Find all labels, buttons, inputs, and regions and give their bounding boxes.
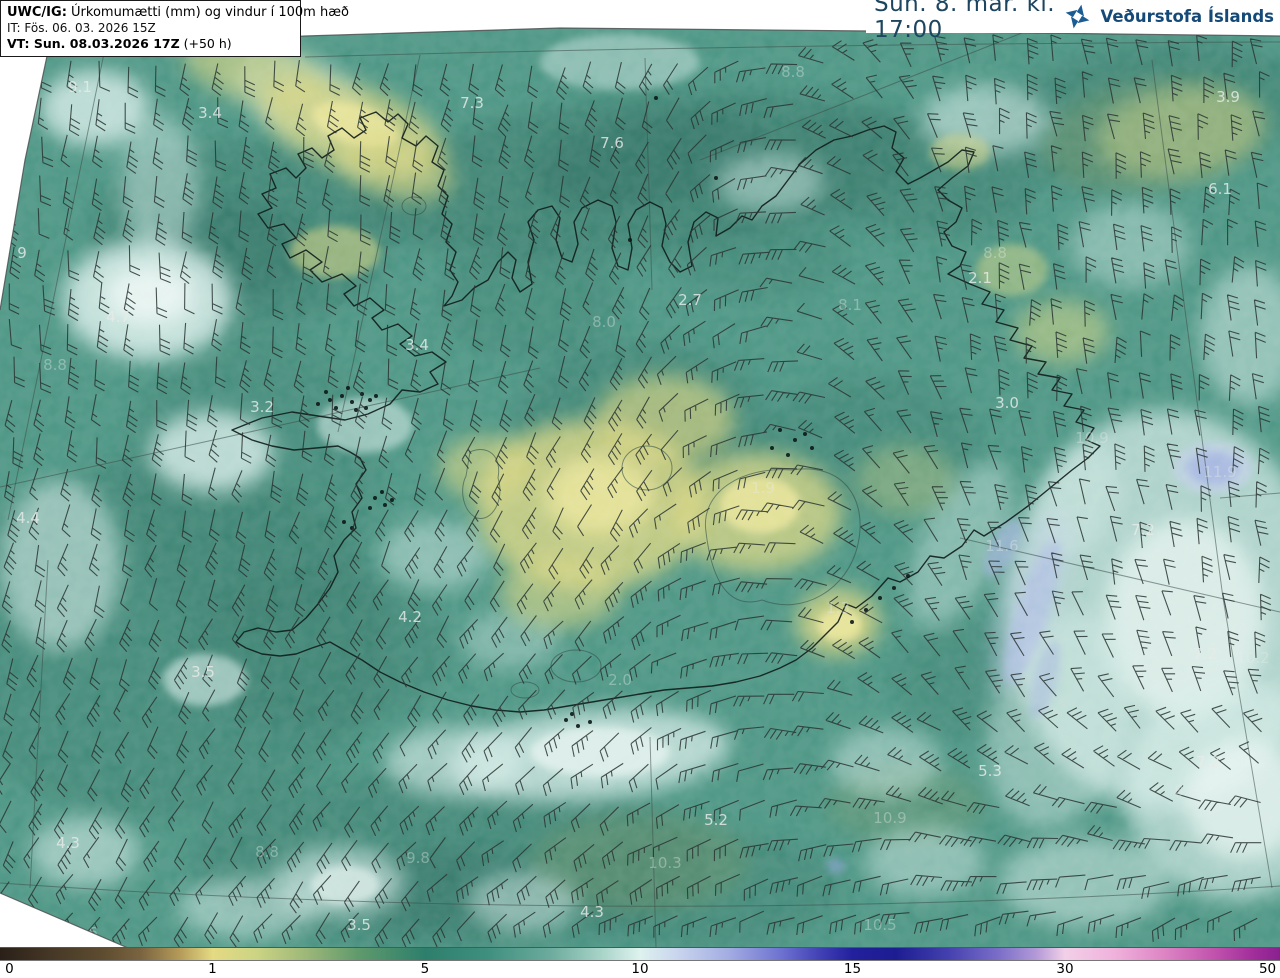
precip-value-label: 4.3 [56, 834, 80, 852]
texture-noise-layer [0, 0, 1280, 948]
precip-value-label: 7.2 [1193, 645, 1217, 663]
precip-value-label: 9.1 [68, 78, 92, 96]
colorbar-tick-label: 50 [1258, 961, 1277, 977]
precip-value-label: 7.6 [600, 134, 624, 152]
org-name-label: Veðurstofa Íslands [1100, 7, 1274, 26]
precip-value-label: 9 [17, 244, 27, 262]
precip-value-label: 3.2 [250, 398, 274, 416]
precip-value-label: 4.7 [106, 308, 130, 326]
colorbar-gradient [0, 947, 1280, 961]
precip-value-label: 3.5 [191, 663, 215, 681]
precip-value-label: 8.8 [781, 63, 805, 81]
precip-value-label: 3.5 [347, 916, 371, 934]
precip-value-label: 7.2 [1196, 753, 1220, 771]
precip-value-label: 8.8 [43, 356, 67, 374]
colorbar-tick-label: 1 [208, 961, 217, 977]
precip-value-label: 1.9 [751, 479, 775, 497]
precip-value-label: 9.8 [406, 849, 430, 867]
colorbar-tick-label: 10 [631, 961, 649, 977]
product-code: UWC/IG: [7, 5, 67, 20]
colorbar-tick-label: 15 [843, 961, 862, 977]
precip-value-label: 6.1 [1208, 180, 1232, 198]
colorbar-tick-label: 30 [1056, 961, 1074, 977]
colorbar-tick-label: 5 [420, 961, 430, 977]
precipitation-colorbar: 0 1 5 10 15 30 50 [0, 947, 1280, 978]
precip-value-label: 10.9 [873, 809, 906, 827]
precip-value-label: 7.3 [460, 94, 484, 112]
precip-value-label: 3.9 [1216, 88, 1240, 106]
precip-value-label: 11.6 [985, 537, 1018, 555]
precip-value-label: 7.2 [1131, 521, 1155, 539]
precip-value-label: 8.8 [255, 843, 279, 861]
colorbar-tick-label: 0 [5, 961, 14, 977]
precip-value-label: 5.2 [704, 811, 728, 829]
precip-value-label: 3.4 [405, 336, 429, 354]
precip-value-label: 3.0 [995, 394, 1019, 412]
precip-value-label: 2.7 [678, 291, 702, 309]
precipitation-wind-map: 9.1 3.4 7.3 7.6 8.8 3.9 6.1 9 4.7 8.8 3.2 3.4 8.0 2.7… [0, 0, 1280, 948]
colorbar-tick-labels: 0 1 5 10 15 30 50 [0, 961, 1280, 978]
precip-value-label: 4.3 [580, 903, 604, 921]
init-time-line: IT: Fös. 06. 03. 2026 15Z [7, 21, 156, 35]
precip-value-label: 8.1 [838, 296, 862, 314]
precip-value-label: 10.3 [648, 854, 681, 872]
weather-map-screen: 9.1 3.4 7.3 7.6 8.8 3.9 6.1 9 4.7 8.8 3.2 3.4 8.0 2.7… [0, 0, 1280, 978]
precip-value-label: 3.4 [198, 104, 222, 122]
precip-value-label: 11.9 [1203, 463, 1236, 481]
precip-value-label: 10.2 [1236, 649, 1269, 667]
precip-value-label: 4.2 [398, 608, 422, 626]
product-title-line: UWC/IG: Úrkomumætti (mm) og vindur í 100… [7, 5, 349, 21]
precip-value-label: 5.3 [978, 762, 1002, 780]
precip-value-label: 8.0 [592, 313, 616, 331]
product-description: Úrkomumætti (mm) og vindur í 100m hæð [66, 5, 349, 20]
precip-value-label: 10.5 [863, 916, 896, 934]
precip-value-label: 1.3 [826, 599, 850, 617]
precip-value-label: 2.0 [608, 671, 632, 689]
valid-time-line: VT: Sun. 08.03.2026 17Z (+50 h) [7, 36, 294, 52]
precip-value-label: 2.1 [968, 269, 992, 287]
precip-value-label: 10.9 [1075, 429, 1108, 447]
valid-time: VT: Sun. 08.03.2026 17Z [7, 36, 180, 51]
lead-time: (+50 h) [179, 36, 232, 51]
met-office-pinwheel-logo-icon [1066, 4, 1090, 29]
title-bar: Sun. 8. mar. kl. 17:00 Veðurstofa Ísland… [866, 0, 1280, 43]
valid-datetime-label: Sun. 8. mar. kl. 17:00 [874, 0, 1056, 43]
product-info-box: UWC/IG: Úrkomumætti (mm) og vindur í 100… [0, 0, 349, 57]
precip-value-label: 4.4 [16, 509, 40, 527]
precip-value-label: 8.8 [1174, 782, 1198, 800]
precip-value-label: 8.8 [983, 244, 1007, 262]
